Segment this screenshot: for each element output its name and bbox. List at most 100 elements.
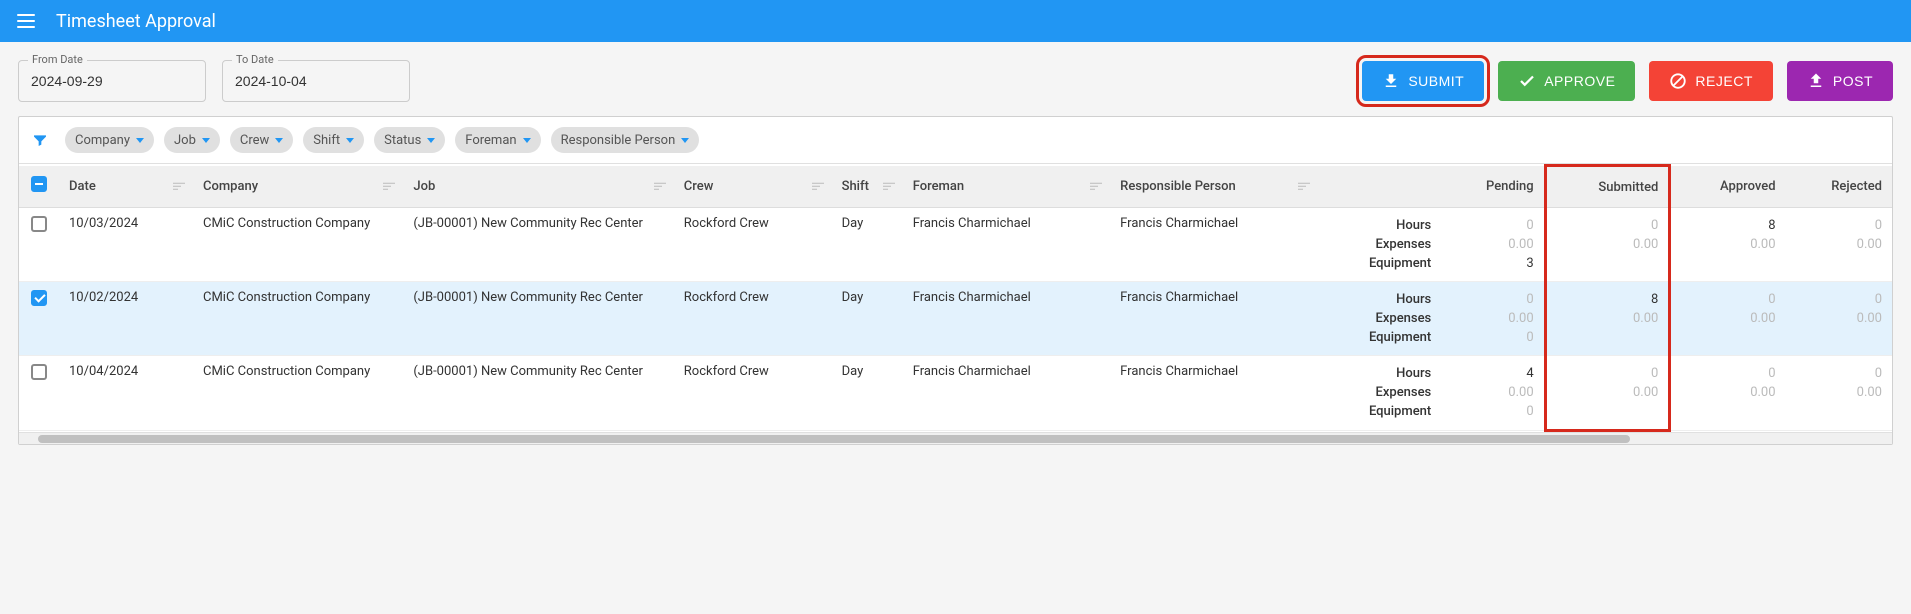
timesheet-table: Date Company Job Crew Shift Foreman Resp… [19, 164, 1892, 432]
col-company[interactable]: Company [193, 166, 403, 208]
cell-metric-labels: HoursExpensesEquipment [1318, 282, 1442, 356]
col-responsible[interactable]: Responsible Person [1110, 166, 1317, 208]
chevron-down-icon [275, 138, 283, 143]
row-checkbox[interactable] [31, 364, 47, 380]
to-date-input[interactable] [235, 73, 416, 89]
table-row[interactable]: 10/04/2024CMiC Construction Company(JB-0… [19, 356, 1892, 431]
table-container: CompanyJobCrewShiftStatusForemanResponsi… [18, 116, 1893, 445]
from-date-field[interactable]: From Date [18, 60, 206, 102]
post-label: POST [1833, 73, 1873, 89]
filter-chip-shift[interactable]: Shift [303, 127, 364, 153]
chip-label: Foreman [465, 133, 516, 148]
approve-button[interactable]: APPROVE [1498, 61, 1635, 101]
chevron-down-icon [346, 138, 354, 143]
cell-responsible: Francis Charmichael [1110, 282, 1317, 356]
post-button[interactable]: POST [1787, 61, 1893, 101]
chip-label: Company [75, 133, 130, 148]
cell-crew: Rockford Crew [674, 282, 832, 356]
page-title: Timesheet Approval [56, 11, 216, 32]
chip-label: Shift [313, 133, 340, 148]
cell-shift: Day [832, 356, 903, 431]
col-metrics [1318, 166, 1442, 208]
cell-pending: 40.000 [1441, 356, 1545, 431]
cell-foreman: Francis Charmichael [903, 282, 1110, 356]
cell-crew: Rockford Crew [674, 208, 832, 282]
check-icon [1518, 72, 1536, 90]
chevron-down-icon [427, 138, 435, 143]
cell-approved: 00.00 [1670, 282, 1786, 356]
cell-date: 10/03/2024 [59, 208, 193, 282]
cell-submitted: 00.00 [1545, 356, 1670, 431]
cell-crew: Rockford Crew [674, 356, 832, 431]
filter-icon[interactable] [31, 132, 49, 148]
filter-chip-responsible-person[interactable]: Responsible Person [551, 127, 700, 153]
row-checkbox[interactable] [31, 290, 47, 306]
cell-rejected: 00.00 [1786, 356, 1892, 431]
chip-label: Job [174, 133, 196, 148]
cell-company: CMiC Construction Company [193, 208, 403, 282]
cancel-icon [1669, 72, 1687, 90]
col-crew[interactable]: Crew [674, 166, 832, 208]
cell-metric-labels: HoursExpensesEquipment [1318, 356, 1442, 431]
cell-company: CMiC Construction Company [193, 356, 403, 431]
cell-rejected: 00.00 [1786, 208, 1892, 282]
col-foreman[interactable]: Foreman [903, 166, 1110, 208]
approve-label: APPROVE [1544, 73, 1615, 89]
submit-button[interactable]: SUBMIT [1362, 61, 1484, 101]
cell-pending: 00.003 [1441, 208, 1545, 282]
filter-chip-crew[interactable]: Crew [230, 127, 293, 153]
filter-chip-status[interactable]: Status [374, 127, 445, 153]
reject-label: REJECT [1695, 73, 1752, 89]
cell-foreman: Francis Charmichael [903, 356, 1110, 431]
col-rejected[interactable]: Rejected [1786, 166, 1892, 208]
filter-chip-company[interactable]: Company [65, 127, 154, 153]
select-all-checkbox[interactable] [31, 176, 47, 192]
cell-responsible: Francis Charmichael [1110, 208, 1317, 282]
cell-job: (JB-00001) New Community Rec Center [403, 282, 673, 356]
cell-company: CMiC Construction Company [193, 282, 403, 356]
from-date-label: From Date [28, 53, 87, 66]
cell-responsible: Francis Charmichael [1110, 356, 1317, 431]
chip-label: Crew [240, 133, 269, 148]
table-row[interactable]: 10/02/2024CMiC Construction Company(JB-0… [19, 282, 1892, 356]
col-shift[interactable]: Shift [832, 166, 903, 208]
row-checkbox[interactable] [31, 216, 47, 232]
col-date[interactable]: Date [59, 166, 193, 208]
cell-rejected: 00.00 [1786, 282, 1892, 356]
chevron-down-icon [523, 138, 531, 143]
chip-label: Responsible Person [561, 133, 676, 148]
download-icon [1382, 72, 1400, 90]
to-date-field[interactable]: To Date [222, 60, 410, 102]
upload-icon [1807, 72, 1825, 90]
table-row[interactable]: 10/03/2024CMiC Construction Company(JB-0… [19, 208, 1892, 282]
chevron-down-icon [136, 138, 144, 143]
cell-shift: Day [832, 282, 903, 356]
horizontal-scrollbar[interactable] [19, 432, 1892, 444]
chevron-down-icon [681, 138, 689, 143]
cell-shift: Day [832, 208, 903, 282]
cell-date: 10/04/2024 [59, 356, 193, 431]
from-date-input[interactable] [31, 73, 212, 89]
cell-submitted: 80.00 [1545, 282, 1670, 356]
col-approved[interactable]: Approved [1670, 166, 1786, 208]
col-job[interactable]: Job [403, 166, 673, 208]
to-date-label: To Date [232, 53, 278, 66]
cell-foreman: Francis Charmichael [903, 208, 1110, 282]
cell-approved: 80.00 [1670, 208, 1786, 282]
cell-date: 10/02/2024 [59, 282, 193, 356]
filter-chip-job[interactable]: Job [164, 127, 220, 153]
col-pending[interactable]: Pending [1441, 166, 1545, 208]
filter-chip-foreman[interactable]: Foreman [455, 127, 540, 153]
reject-button[interactable]: REJECT [1649, 61, 1772, 101]
filter-bar: Company Job Crew Shift Status Foreman Responsi… [19, 117, 1892, 164]
cell-submitted: 00.00 [1545, 208, 1670, 282]
hamburger-icon [17, 14, 35, 28]
chip-label: Status [384, 133, 421, 148]
submit-label: SUBMIT [1408, 73, 1464, 89]
cell-pending: 00.000 [1441, 282, 1545, 356]
col-submitted[interactable]: Submitted [1545, 166, 1670, 208]
cell-job: (JB-00001) New Community Rec Center [403, 208, 673, 282]
app-bar: Timesheet Approval [0, 0, 1911, 42]
cell-metric-labels: HoursExpensesEquipment [1318, 208, 1442, 282]
menu-button[interactable] [8, 3, 44, 39]
